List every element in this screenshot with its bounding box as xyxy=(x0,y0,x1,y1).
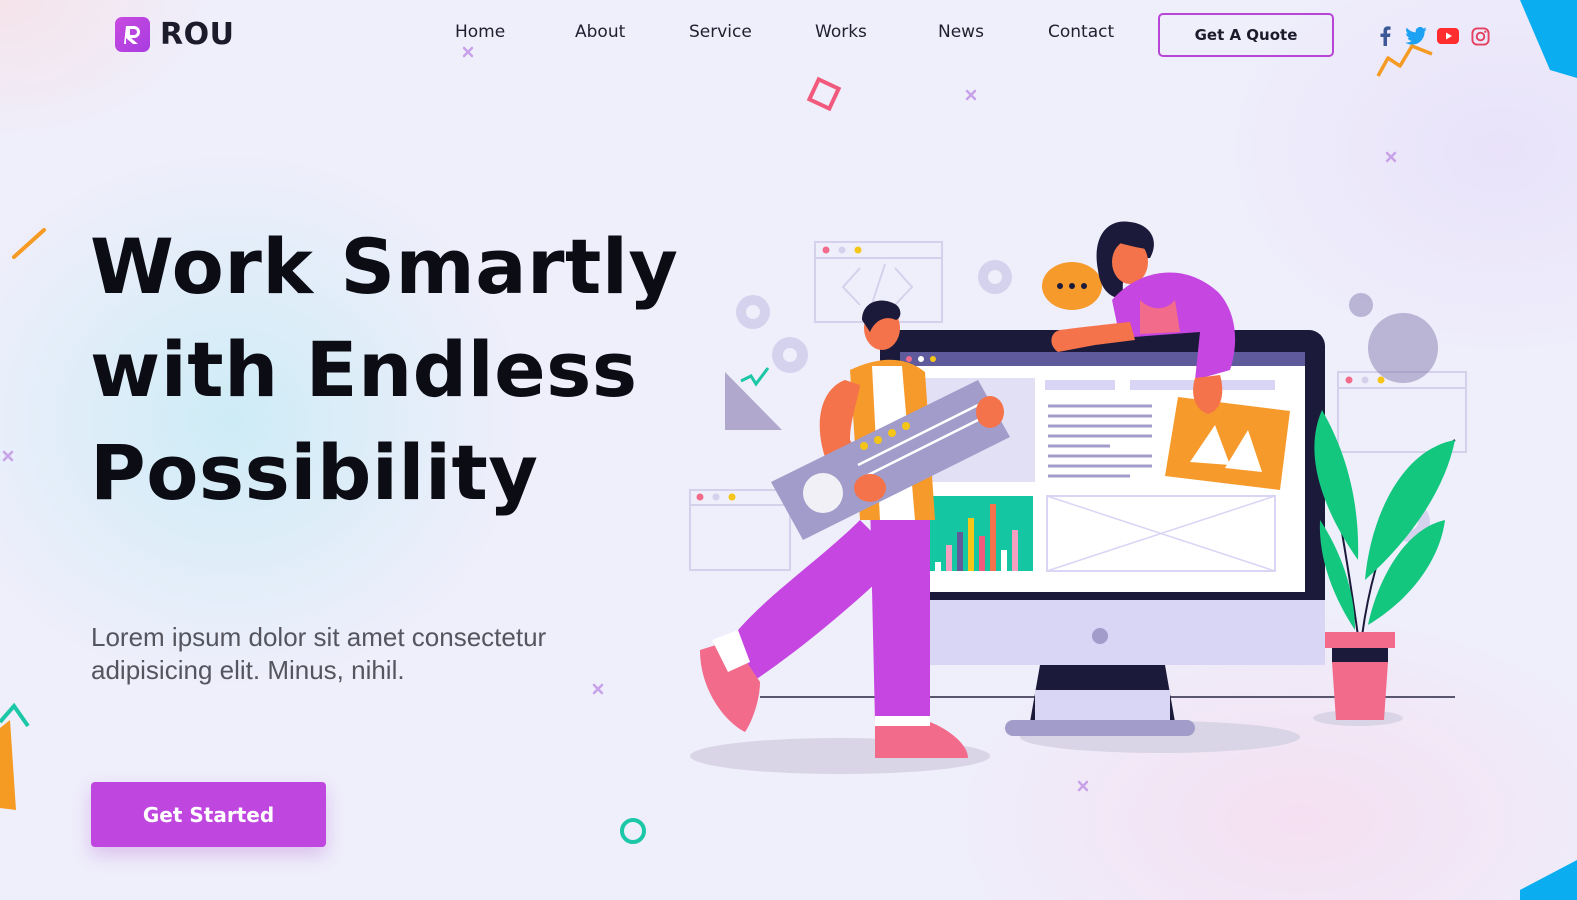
hero-illustration xyxy=(689,221,1467,774)
nav-about[interactable]: About xyxy=(575,22,625,42)
get-a-quote-button[interactable]: Get A Quote xyxy=(1158,13,1334,57)
brand-name: ROU xyxy=(160,17,235,52)
hero-headline: Work Smartly with Endless Possibility xyxy=(90,215,690,524)
cross-shape xyxy=(965,89,977,101)
get-started-button[interactable]: Get Started xyxy=(91,782,326,847)
subtext-line: adipisicing elit. Minus, nihil. xyxy=(91,655,405,685)
corner-shape-top-right xyxy=(1520,0,1577,78)
chevron-shape xyxy=(0,702,30,728)
diamond-shape xyxy=(806,76,842,112)
headline-line: Work Smartly xyxy=(90,222,679,311)
nav-home[interactable]: Home xyxy=(455,22,505,42)
dash-shape xyxy=(12,228,46,259)
corner-shape-bottom-right xyxy=(1520,860,1577,900)
nav-works[interactable]: Works xyxy=(815,22,867,42)
ring-shape xyxy=(620,818,646,844)
headline-line: with Endless xyxy=(90,325,638,414)
cross-shape xyxy=(1385,151,1397,163)
hero-subtext: Lorem ipsum dolor sit amet consectetur a… xyxy=(91,621,611,687)
nav-news[interactable]: News xyxy=(938,22,984,42)
cross-shape xyxy=(462,46,474,58)
youtube-icon[interactable] xyxy=(1437,25,1459,47)
zigzag-shape xyxy=(1376,44,1433,77)
facebook-icon[interactable] xyxy=(1374,25,1396,47)
instagram-icon[interactable] xyxy=(1469,25,1491,47)
twitter-icon[interactable] xyxy=(1405,25,1427,47)
orange-triangle-shape xyxy=(0,720,16,810)
nav-contact[interactable]: Contact xyxy=(1048,22,1114,42)
cross-shape xyxy=(2,450,14,462)
headline-line: Possibility xyxy=(90,428,539,517)
nav-service[interactable]: Service xyxy=(689,22,752,42)
brand-logo[interactable]: ROU xyxy=(115,17,234,52)
rou-logo-icon xyxy=(115,17,150,52)
subtext-line: Lorem ipsum dolor sit amet consectetur xyxy=(91,622,547,652)
